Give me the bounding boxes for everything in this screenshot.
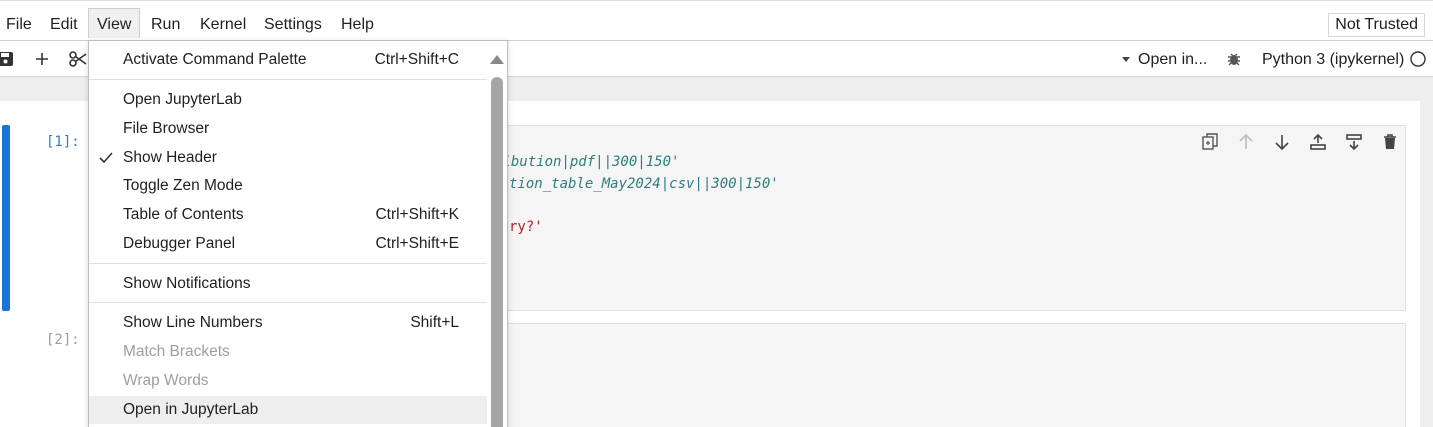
menu-separator: [89, 263, 487, 264]
menu-item-open-in-jupyterlab[interactable]: Open in JupyterLab: [89, 396, 487, 424]
menu-item-show-notifications[interactable]: Show Notifications: [89, 270, 487, 298]
menu-view[interactable]: View: [88, 8, 140, 38]
caret-down-icon: [1122, 57, 1130, 62]
trust-status-button[interactable]: Not Trusted: [1328, 13, 1425, 37]
menu-scrollbar-thumb[interactable]: [491, 77, 503, 427]
duplicate-cell-icon[interactable]: [1200, 132, 1220, 152]
menu-item-match-brackets: Match Brackets: [89, 338, 487, 366]
menu-kernel[interactable]: Kernel: [192, 8, 254, 38]
debugger-bug-icon[interactable]: [1224, 49, 1244, 69]
menu-item-label: Toggle Zen Mode: [123, 177, 243, 194]
menu-separator: [89, 302, 487, 303]
menu-item-label: Match Brackets: [123, 343, 230, 360]
menu-item-shortcut: Ctrl+Shift+C: [374, 51, 459, 68]
menu-item-toggle-zen-mode[interactable]: Toggle Zen Mode: [89, 172, 487, 200]
menu-item-label: Show Notifications: [123, 275, 251, 292]
cell-prompt: [2]:: [46, 332, 80, 348]
menu-item-shortcut: Ctrl+Shift+K: [375, 206, 459, 223]
code-line: ry?': [509, 219, 543, 235]
menu-help[interactable]: Help: [333, 8, 382, 38]
move-up-icon[interactable]: [1236, 132, 1256, 152]
insert-below-icon[interactable]: [1344, 132, 1364, 152]
code-line: tion_table_May2024|csv||300|150': [509, 176, 779, 192]
menu-item-label: Activate Command Palette: [123, 51, 307, 68]
menu-item-label: Show Header: [123, 149, 217, 166]
menu-item-label: File Browser: [123, 120, 210, 137]
menu-item-table-of-contents[interactable]: Table of Contents Ctrl+Shift+K: [89, 201, 487, 229]
menu-item-wrap-words: Wrap Words: [89, 367, 487, 395]
add-cell-icon[interactable]: [32, 49, 52, 69]
menubar: File Edit View Run Kernel Settings Help …: [0, 0, 1433, 41]
kernel-name[interactable]: Python 3 (ipykernel): [1262, 50, 1404, 70]
scroll-up-arrow-icon[interactable]: [489, 53, 505, 65]
menu-item-label: Debugger Panel: [123, 235, 236, 252]
menu-item-label: Wrap Words: [123, 372, 209, 389]
menu-item-label: Table of Contents: [123, 206, 244, 223]
menu-item-debugger-panel[interactable]: Debugger Panel Ctrl+Shift+E: [89, 230, 487, 258]
menu-separator: [89, 79, 487, 80]
code-line: ribution|pdf||300|150': [494, 154, 680, 170]
menu-item-show-line-numbers[interactable]: Show Line Numbers Shift+L: [89, 309, 487, 337]
active-cell-indicator: [2, 125, 10, 311]
insert-above-icon[interactable]: [1308, 132, 1328, 152]
menu-item-file-browser[interactable]: File Browser: [89, 115, 487, 143]
open-in-dropdown[interactable]: Open in...: [1138, 50, 1207, 70]
menu-settings[interactable]: Settings: [256, 8, 330, 38]
view-menu-dropdown: Activate Command Palette Ctrl+Shift+C Op…: [88, 40, 508, 427]
menu-file[interactable]: File: [0, 8, 40, 38]
menu-item-show-header[interactable]: Show Header: [89, 144, 487, 172]
menu-item-label: Show Line Numbers: [123, 314, 263, 331]
menu-item-shortcut: Ctrl+Shift+E: [375, 235, 459, 252]
menu-item-shortcut: Shift+L: [410, 314, 459, 331]
kernel-status-idle-icon: [1410, 51, 1426, 67]
move-down-icon[interactable]: [1272, 132, 1292, 152]
menu-item-activate-command-palette[interactable]: Activate Command Palette Ctrl+Shift+C: [89, 46, 487, 74]
cell-prompt: [1]:: [46, 134, 80, 150]
save-icon[interactable]: [0, 49, 16, 69]
menu-item-open-jupyterlab[interactable]: Open JupyterLab: [89, 86, 487, 114]
menu-edit[interactable]: Edit: [42, 8, 86, 38]
jupyter-notebook-window: File Edit View Run Kernel Settings Help …: [0, 0, 1433, 427]
cut-icon[interactable]: [68, 49, 88, 69]
menu-item-label: Open JupyterLab: [123, 91, 242, 108]
delete-cell-icon[interactable]: [1380, 132, 1400, 152]
checkmark-icon: [99, 152, 113, 164]
menu-run[interactable]: Run: [143, 8, 188, 38]
menu-item-label: Open in JupyterLab: [123, 401, 259, 418]
